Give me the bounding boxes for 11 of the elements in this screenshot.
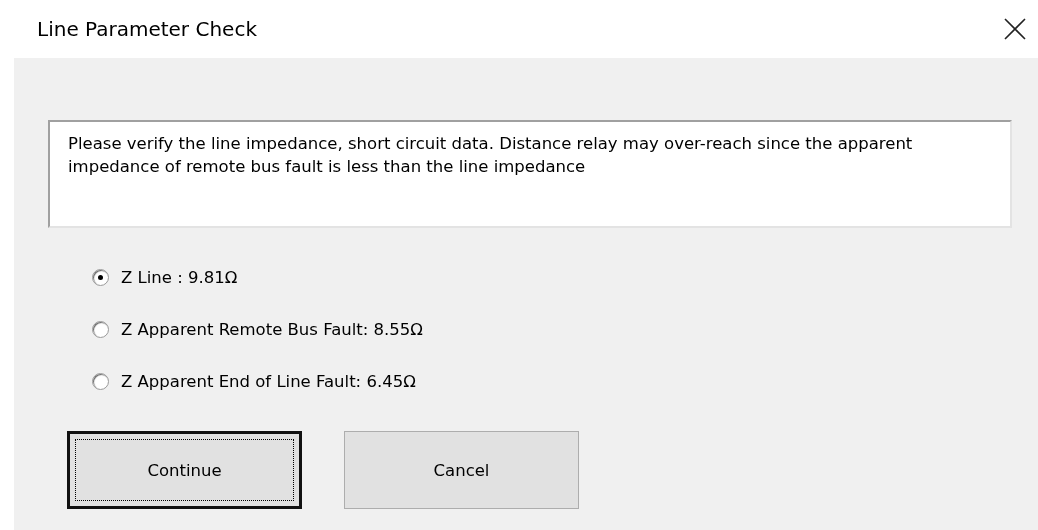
message-box: Please verify the line impedance, short circuit data. Distance relay may over-reach since the apparent impedance of remote bus fault is less than the line impedance bbox=[48, 120, 1012, 228]
radio-button[interactable] bbox=[92, 373, 109, 390]
cancel-button[interactable]: Cancel bbox=[344, 431, 579, 509]
continue-button[interactable]: Continue bbox=[67, 431, 302, 509]
window-title: Line Parameter Check bbox=[37, 17, 257, 41]
close-icon[interactable] bbox=[1004, 18, 1026, 40]
radio-button[interactable] bbox=[92, 269, 109, 286]
option-label: Z Apparent Remote Bus Fault: 8.55Ω bbox=[121, 320, 423, 339]
option-label: Z Apparent End of Line Fault: 6.45Ω bbox=[121, 372, 416, 391]
radio-button[interactable] bbox=[92, 321, 109, 338]
option-label: Z Line : 9.81Ω bbox=[121, 268, 238, 287]
